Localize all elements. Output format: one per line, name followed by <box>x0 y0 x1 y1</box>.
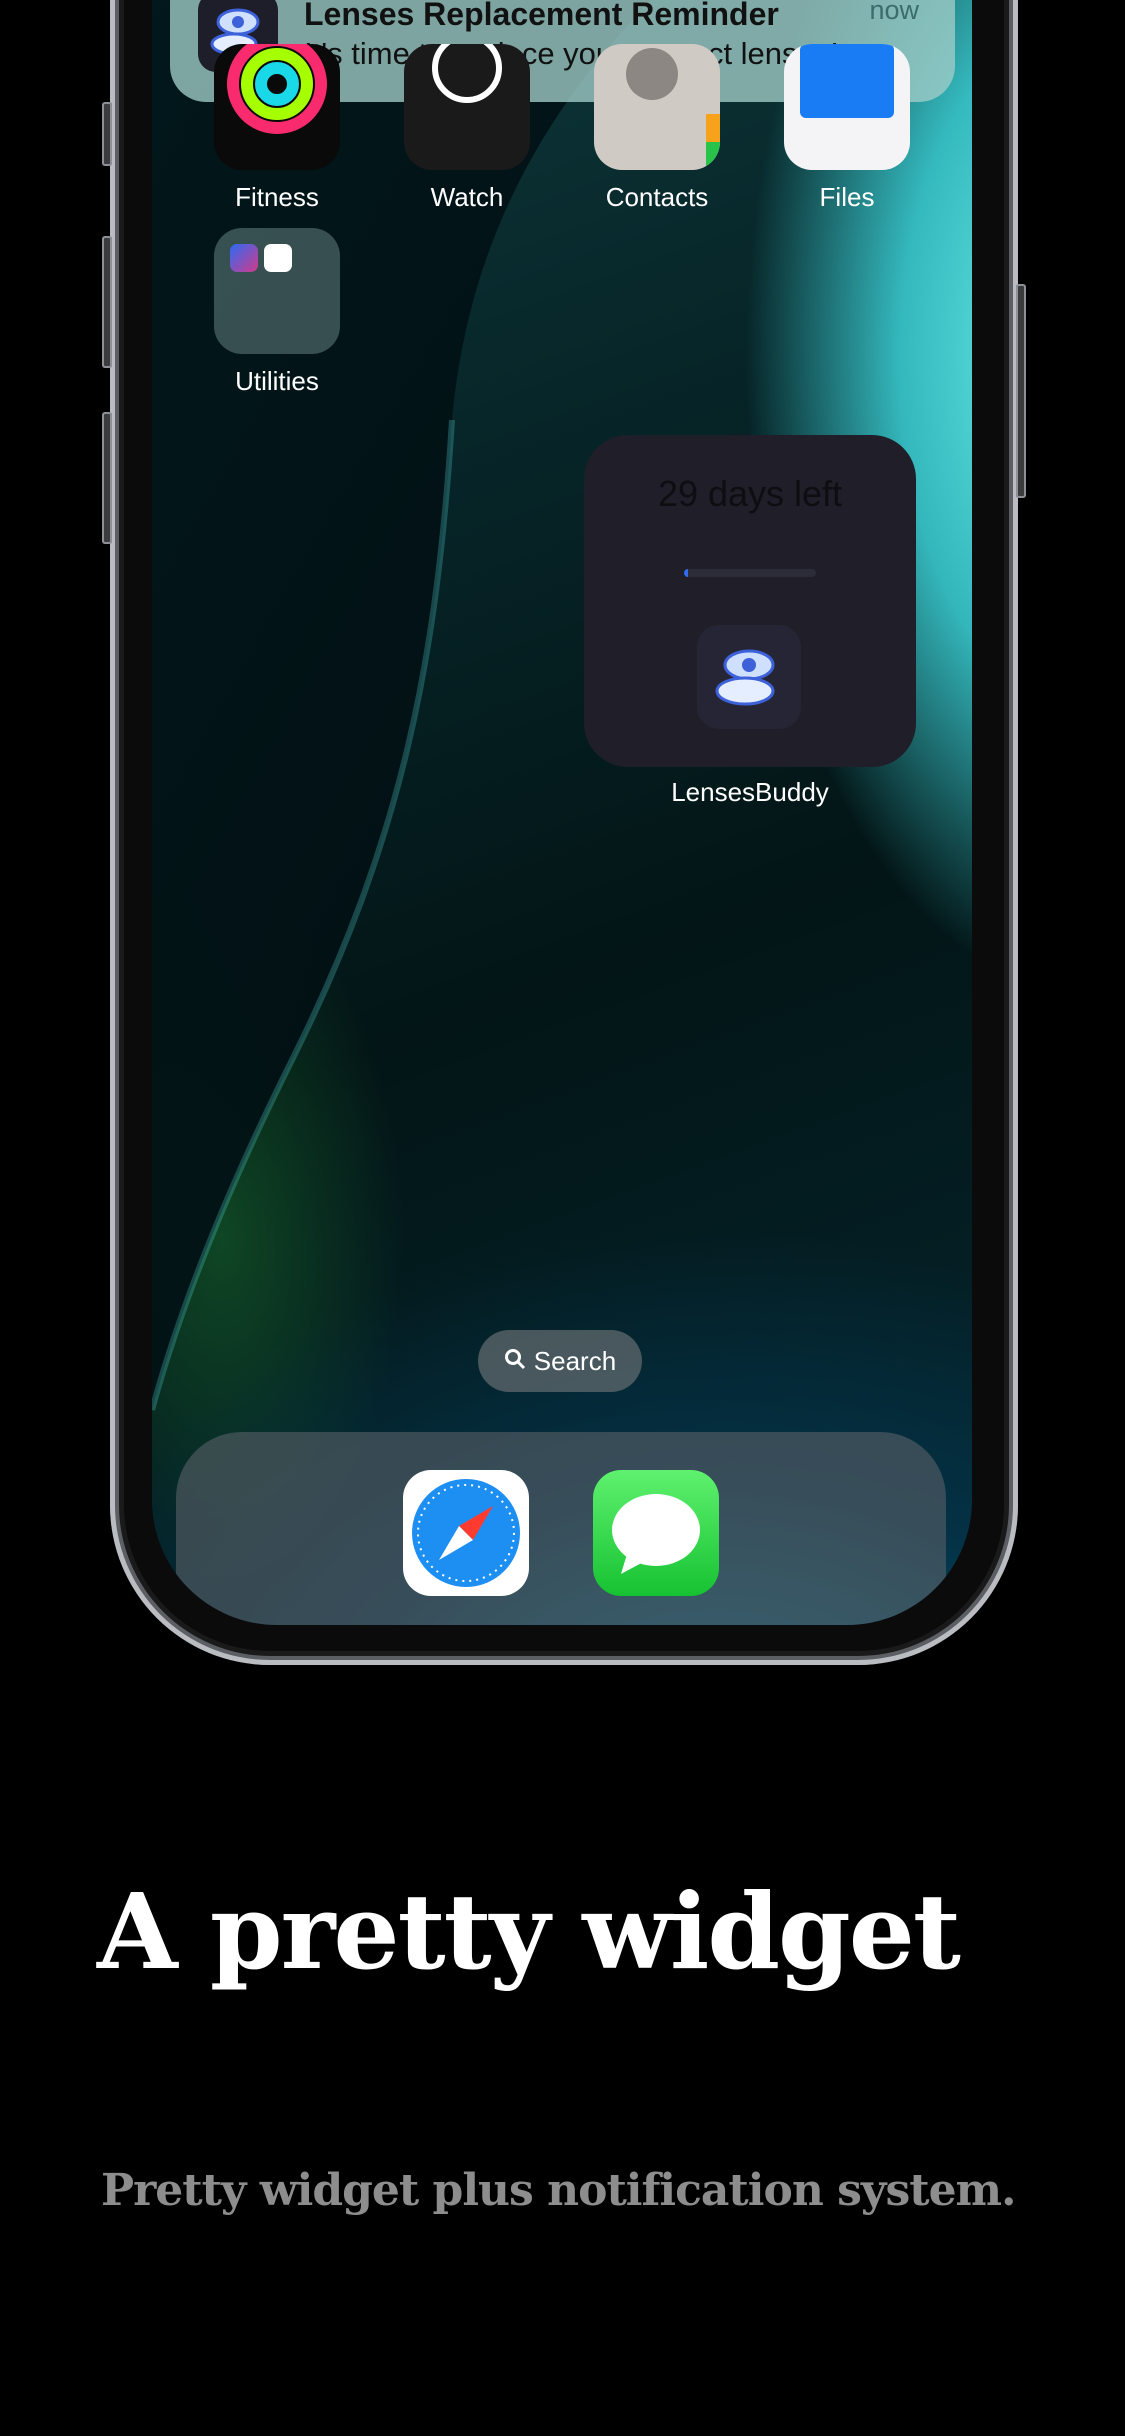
notification-time: now <box>869 0 919 25</box>
dock <box>176 1432 946 1625</box>
app-label: Fitness <box>235 182 319 212</box>
search-label: Search <box>533 1345 617 1376</box>
volume-up-button <box>102 236 112 368</box>
power-button <box>1016 284 1026 498</box>
volume-down-button <box>102 412 112 544</box>
messages-bubble-icon <box>593 1470 719 1596</box>
widget-label: LensesBuddy <box>671 777 829 807</box>
app-label: Contacts <box>605 182 709 212</box>
search-icon <box>504 1346 526 1377</box>
contacts-icon <box>594 44 720 170</box>
progress-bar <box>684 569 816 577</box>
subheadline: Pretty widget plus notification system. <box>101 2165 1016 2216</box>
home-screen: Lenses Replacement Reminder It's time to… <box>152 0 972 1625</box>
app-fitness[interactable]: Fitness <box>213 44 341 213</box>
progress-fill <box>684 569 688 577</box>
action-button <box>102 102 112 166</box>
app-label: Files <box>819 182 875 212</box>
lensesbuddy-widget[interactable]: 29 days left <box>584 435 916 767</box>
app-label: Watch <box>430 182 504 212</box>
safari-compass-icon <box>403 1470 529 1596</box>
lens-eye-icon <box>697 625 801 729</box>
notification-body: It's time to replace your contact lenses… <box>304 36 839 71</box>
watch-icon <box>404 44 530 170</box>
headline: A pretty widget <box>97 1870 961 1993</box>
days-left-text: 29 days left <box>657 473 843 514</box>
notification-title: Lenses Replacement Reminder <box>304 0 779 32</box>
files-folder-icon <box>784 44 910 170</box>
folder-label: Utilities <box>235 366 319 396</box>
dock-app-safari[interactable] <box>402 1470 530 1596</box>
app-files[interactable]: Files <box>783 44 911 213</box>
dock-app-messages[interactable] <box>592 1470 720 1596</box>
app-watch[interactable]: Watch <box>403 44 531 213</box>
fitness-rings-icon <box>214 44 340 170</box>
utilities-folder-icon <box>214 228 340 354</box>
search-button[interactable]: Search <box>478 1330 642 1392</box>
app-contacts[interactable]: Contacts <box>593 44 721 213</box>
passwords-mini-icon <box>264 244 292 272</box>
folder-utilities[interactable]: Utilities <box>213 228 341 397</box>
shortcuts-mini-icon <box>230 244 258 272</box>
